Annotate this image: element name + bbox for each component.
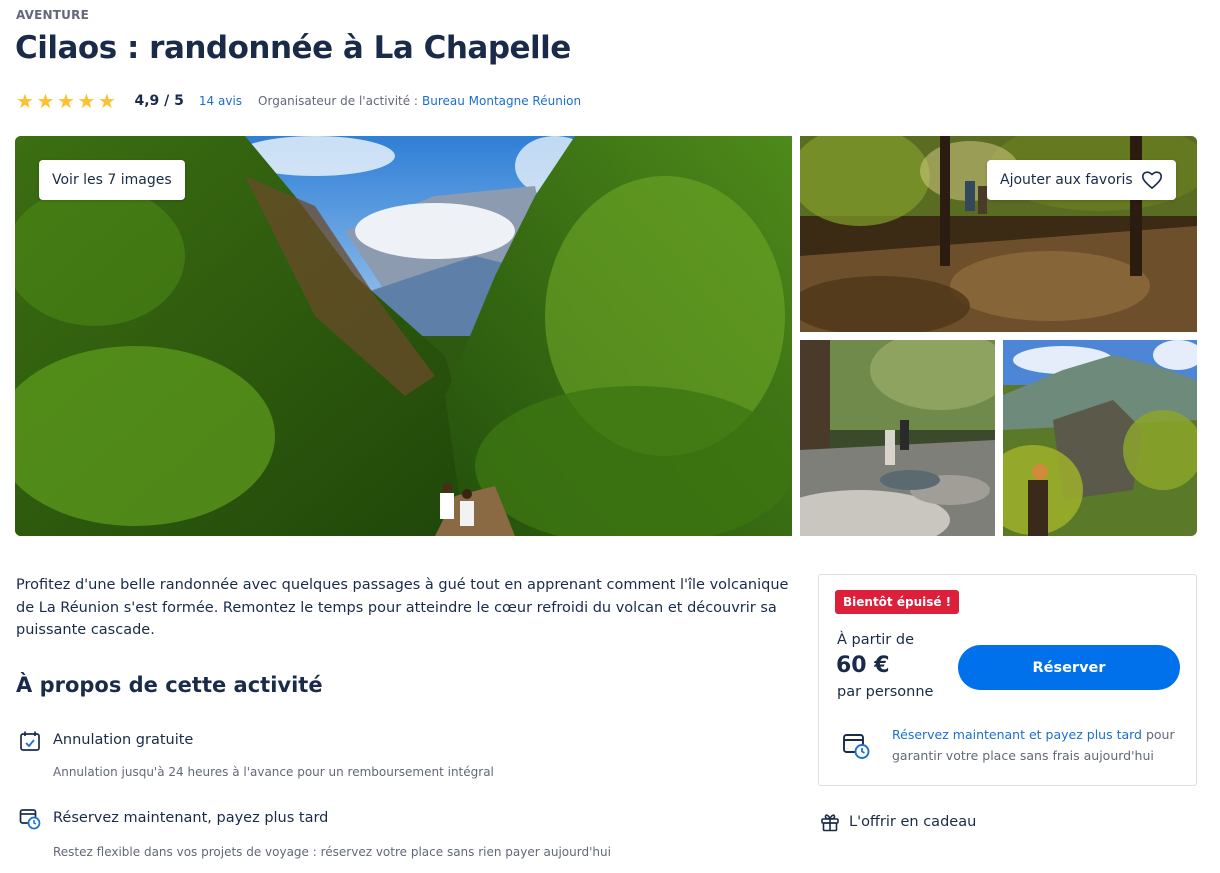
star-icon: ★ xyxy=(57,89,75,113)
pay-later-text: Réservez maintenant et payez plus tard p… xyxy=(892,724,1182,766)
booking-card: Bientôt épuisé ! À partir de 60 € par pe… xyxy=(818,574,1197,786)
gift-button[interactable]: L'offrir en cadeau xyxy=(820,812,976,832)
rating-stars: ★ ★ ★ ★ ★ xyxy=(16,91,118,111)
pay-later-link[interactable]: Réservez maintenant et payez plus tard xyxy=(892,727,1142,742)
page-title: Cilaos : randonnée à La Chapelle xyxy=(15,30,571,66)
rating-row: ★ ★ ★ ★ ★ 4,9 / 5 14 avis Organisateur d… xyxy=(16,90,581,112)
feature-title-pay-later: Réservez maintenant, payez plus tard xyxy=(53,810,329,826)
reserve-button[interactable]: Réserver xyxy=(958,645,1180,690)
feature-subtitle-free-cancellation: Annulation jusqu'à 24 heures à l'avance … xyxy=(53,765,494,779)
reviews-link[interactable]: 14 avis xyxy=(199,94,242,108)
category-label: AVENTURE xyxy=(16,8,89,22)
calendar-check-icon xyxy=(20,731,40,751)
low-availability-badge: Bientôt épuisé ! xyxy=(835,590,960,614)
gallery-image-river[interactable] xyxy=(800,340,995,536)
rating-score: 4,9 / 5 xyxy=(134,93,184,109)
price-value: 60 € xyxy=(836,653,890,678)
heart-icon xyxy=(1141,171,1162,189)
see-all-images-button[interactable]: Voir les 7 images xyxy=(39,160,185,200)
organizer-link[interactable]: Bureau Montagne Réunion xyxy=(422,94,581,108)
feature-subtitle-pay-later: Restez flexible dans vos projets de voya… xyxy=(53,845,611,859)
favorites-label: Ajouter aux favoris xyxy=(1000,172,1133,188)
star-icon: ★ xyxy=(77,89,96,113)
add-to-favorites-button[interactable]: Ajouter aux favoris xyxy=(987,160,1176,200)
price-per-person-label: par personne xyxy=(837,684,934,700)
price-from-label: À partir de xyxy=(837,632,914,648)
star-icon: ★ xyxy=(36,89,55,113)
activity-description: Profitez d'une belle randonnée avec quel… xyxy=(16,577,789,638)
star-icon: ★ xyxy=(98,89,116,113)
organizer-label: Organisateur de l'activité : xyxy=(258,94,418,108)
about-section-title: À propos de cette activité xyxy=(16,673,323,697)
gift-icon xyxy=(821,814,839,832)
gallery-image-valley[interactable] xyxy=(1003,340,1197,536)
calendar-clock-icon xyxy=(843,734,870,759)
calendar-clock-icon xyxy=(19,809,41,830)
feature-title-free-cancellation: Annulation gratuite xyxy=(53,732,194,748)
gift-label: L'offrir en cadeau xyxy=(849,814,977,830)
star-icon: ★ xyxy=(16,89,34,113)
see-all-images-label: Voir les 7 images xyxy=(52,172,172,188)
